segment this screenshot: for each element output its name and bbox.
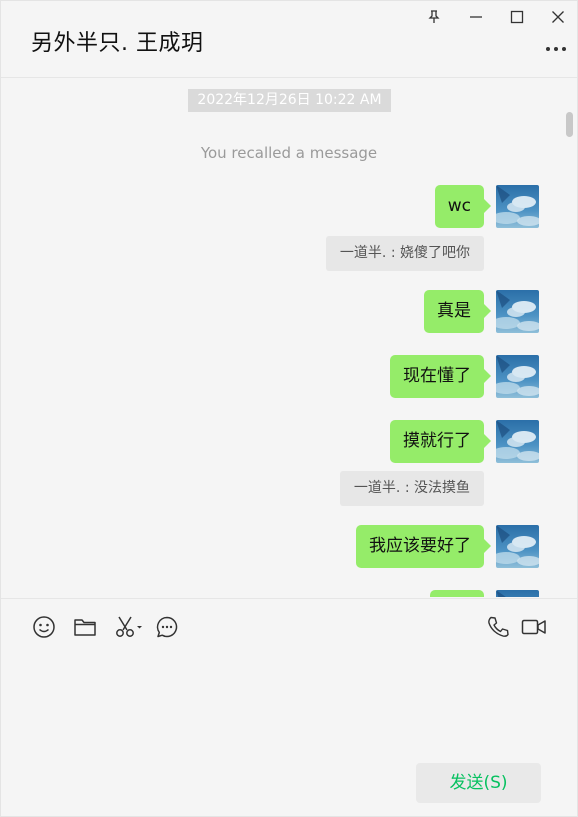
title-bar: 另外半只. 王成玥 — [1, 1, 577, 78]
recall-notice: You recalled a message — [200, 144, 378, 162]
message-bubble[interactable]: 我应该要好了 — [356, 525, 491, 568]
message-row: 现在懂了 — [390, 355, 539, 398]
send-button[interactable]: 发送(S) — [416, 763, 541, 803]
message-row: wc — [434, 185, 539, 228]
video-icon[interactable] — [520, 613, 548, 641]
message-list[interactable]: 2022年12月26日 10:22 AM You recalled a mess… — [1, 78, 577, 597]
message-bubble[interactable]: 真是 — [424, 290, 491, 333]
maximize-icon[interactable] — [505, 5, 529, 29]
quoted-reply[interactable]: 一道半. : 娆傻了吧你 — [325, 236, 484, 271]
message-bubble[interactable]: 摸就行了 — [390, 420, 491, 463]
chat-window: 另外半只. 王成玥 2022年12月26日 10:22 AM You recal… — [0, 0, 578, 817]
more-options-icon[interactable] — [544, 39, 568, 59]
chat-title: 另外半只. 王成玥 — [31, 31, 204, 56]
avatar[interactable] — [496, 590, 539, 597]
folder-icon[interactable] — [71, 613, 99, 641]
minimize-icon[interactable] — [464, 5, 488, 29]
avatar[interactable] — [496, 420, 539, 463]
chat-history-icon[interactable] — [153, 613, 181, 641]
message-input[interactable] — [1, 659, 577, 754]
emoji-icon[interactable] — [30, 613, 58, 641]
phone-icon[interactable] — [484, 613, 512, 641]
message-bubble[interactable]: wc — [434, 185, 492, 228]
pin-icon[interactable] — [422, 5, 446, 29]
message-bubble[interactable] — [430, 590, 484, 597]
close-icon[interactable] — [546, 5, 570, 29]
avatar[interactable] — [496, 290, 539, 333]
message-bubble[interactable]: 现在懂了 — [390, 355, 491, 398]
input-toolbar — [1, 598, 577, 659]
scissors-icon[interactable] — [112, 613, 144, 641]
message-row — [430, 590, 539, 597]
scrollbar-thumb[interactable] — [566, 112, 573, 137]
avatar[interactable] — [496, 525, 539, 568]
message-row: 摸就行了 — [390, 420, 539, 463]
avatar[interactable] — [496, 355, 539, 398]
quoted-reply[interactable]: 一道半. : 没法摸鱼 — [339, 471, 484, 506]
avatar[interactable] — [496, 185, 539, 228]
message-row: 我应该要好了 — [356, 525, 539, 568]
message-timestamp: 2022年12月26日 10:22 AM — [188, 89, 391, 112]
message-row: 真是 — [424, 290, 539, 333]
